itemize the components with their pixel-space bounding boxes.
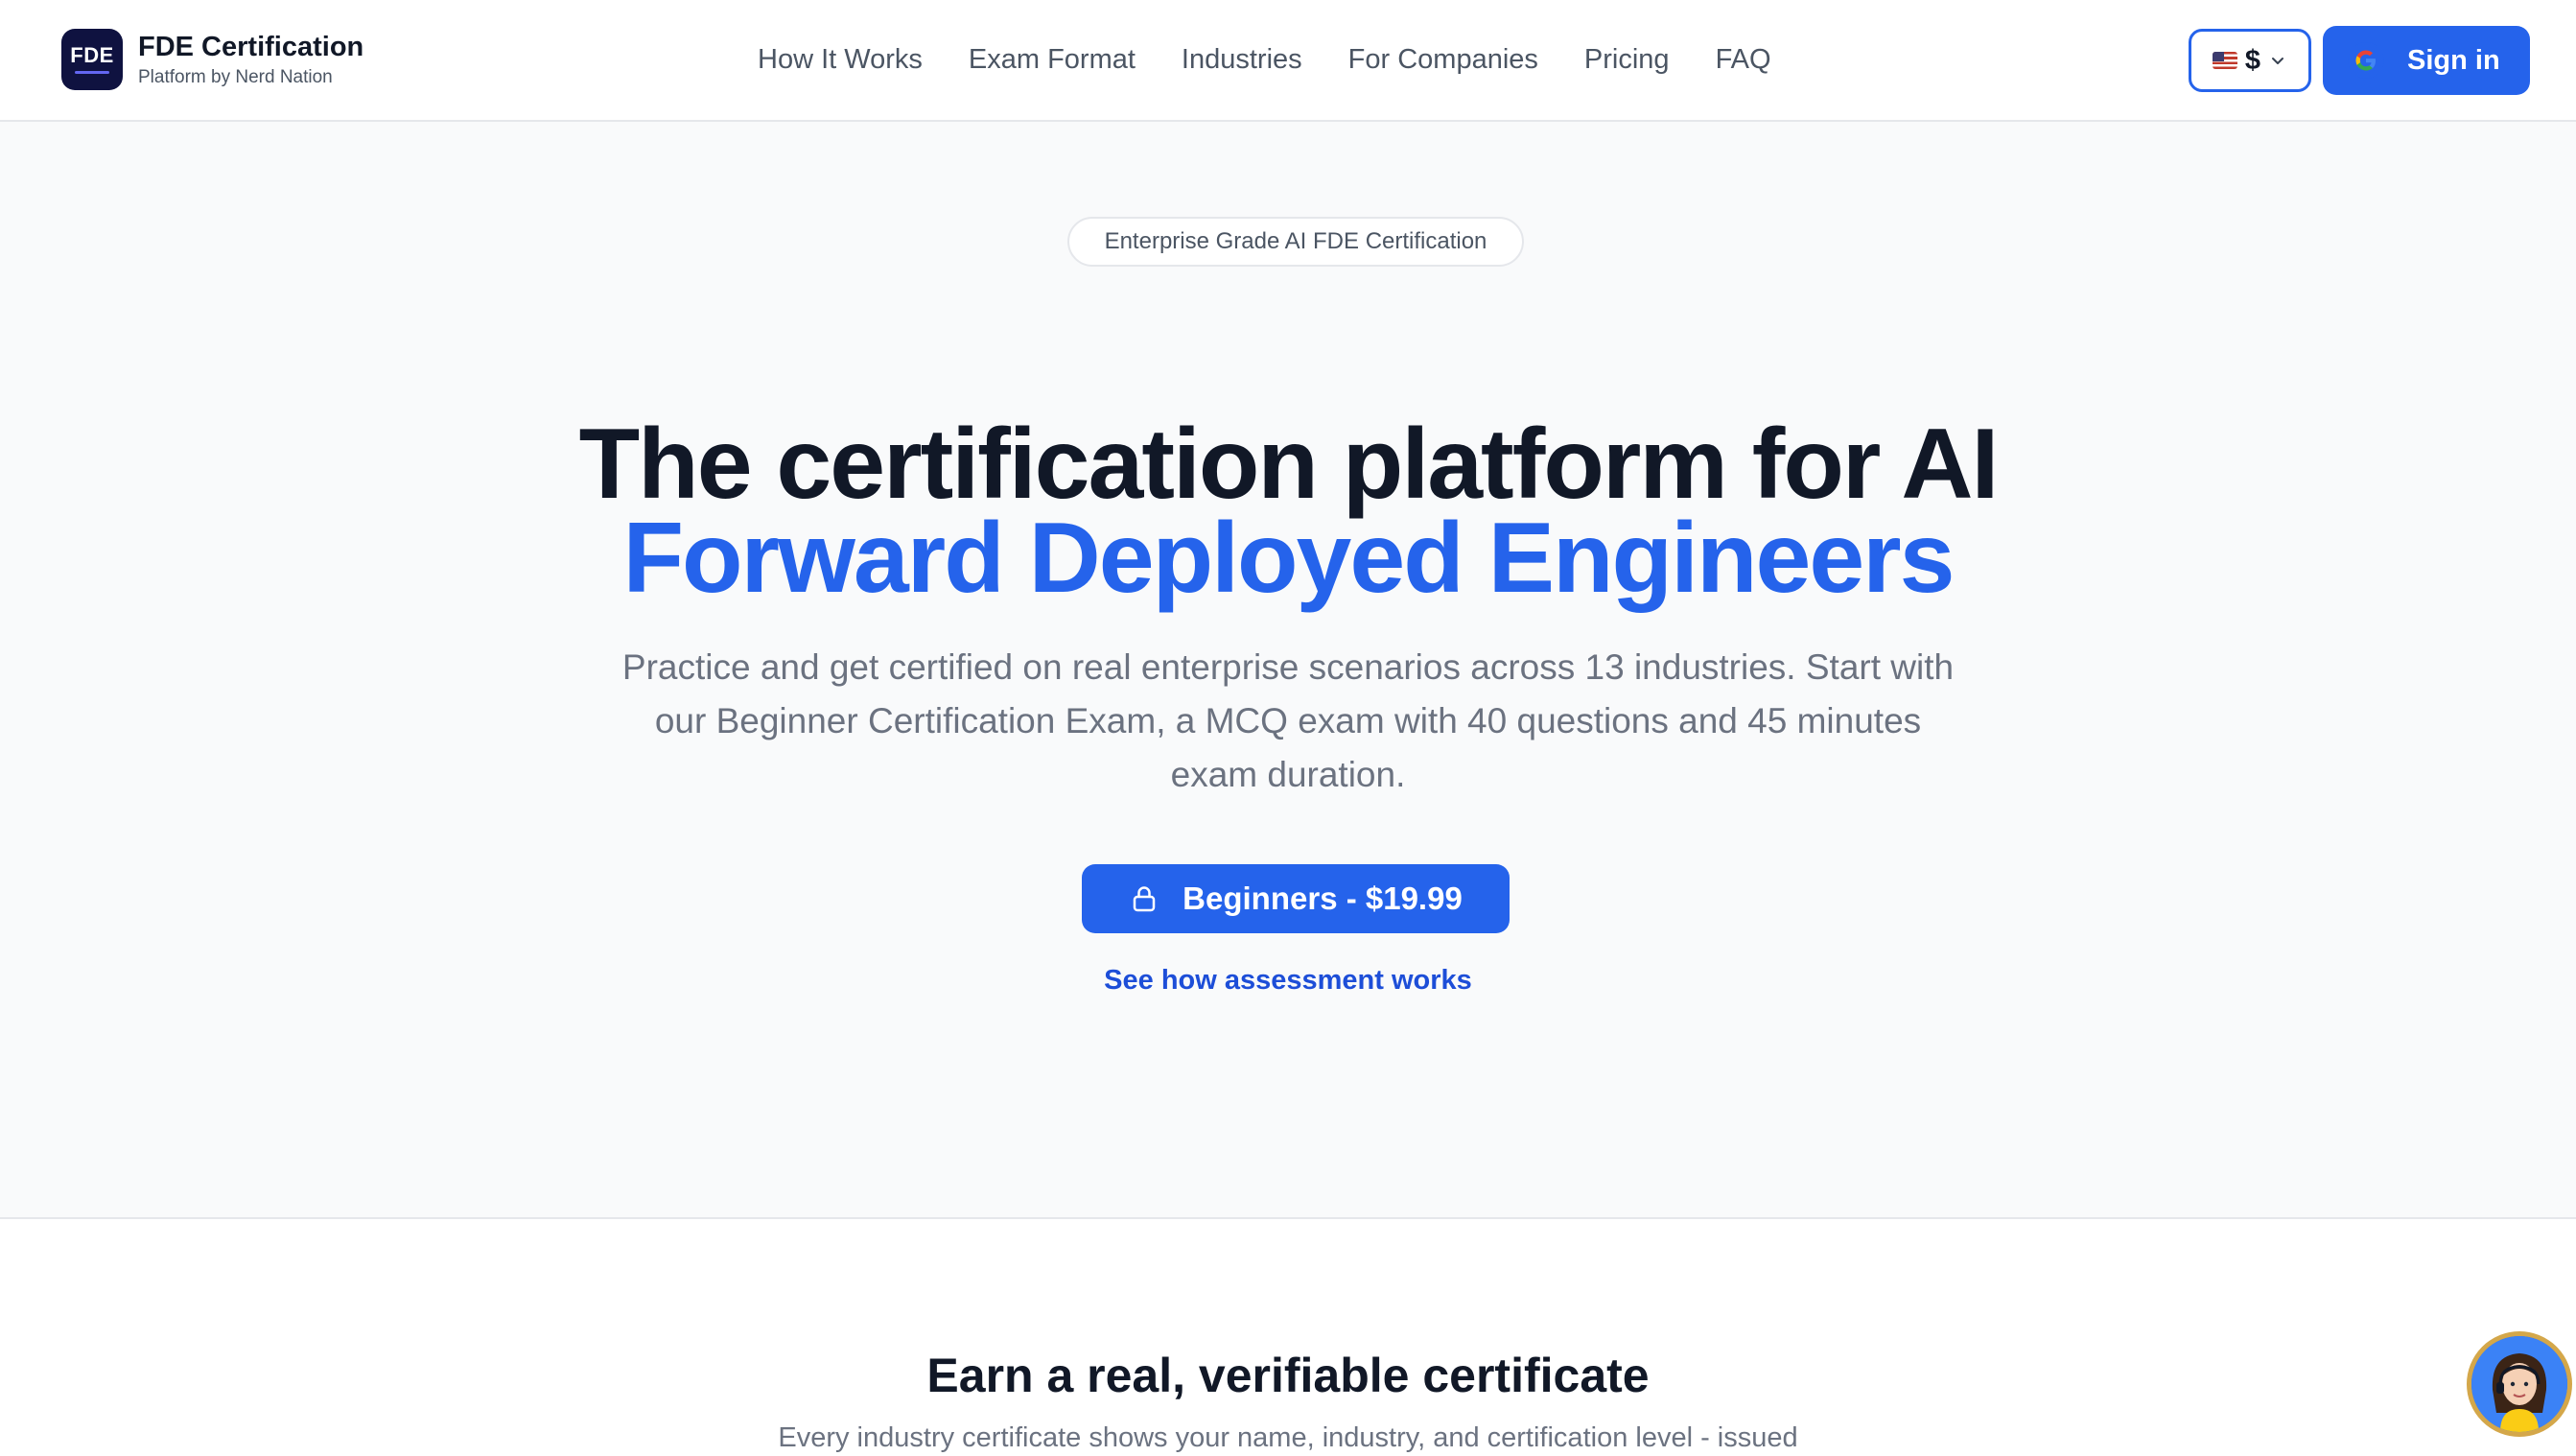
hero-description: Practice and get certified on real enter…: [621, 647, 1955, 794]
certificate-title: Earn a real, verifiable certificate: [926, 1349, 1650, 1402]
nav-faq[interactable]: FAQ: [1716, 40, 1771, 79]
chevron-down-icon: [2272, 58, 2284, 64]
certificate-section: Earn a real, verifiable certificate Ever…: [0, 1217, 2576, 1456]
currency-symbol: $: [2244, 44, 2261, 76]
us-flag-icon: [2212, 52, 2237, 69]
brand[interactable]: FDE FDE Certification Platform by Nerd N…: [61, 29, 363, 90]
nav-industries[interactable]: Industries: [1182, 40, 1302, 79]
hero-title-highlight: Forward Deployed Engineers: [622, 503, 1955, 614]
support-chat-avatar[interactable]: [2467, 1331, 2572, 1437]
nav-pricing[interactable]: Pricing: [1584, 40, 1670, 79]
fde-logo: FDE: [61, 29, 123, 90]
logo-underline: [75, 71, 109, 74]
nav-how-it-works[interactable]: How It Works: [758, 40, 923, 79]
logo-text: FDE: [70, 43, 114, 67]
see-assessment-link[interactable]: See how assessment works: [0, 965, 2576, 997]
lock-icon: [1133, 886, 1156, 912]
google-icon: [2348, 42, 2384, 79]
page: FDE FDE Certification Platform by Nerd N…: [0, 0, 2576, 1456]
sign-in-label: Sign in: [2407, 44, 2500, 76]
nav-for-companies[interactable]: For Companies: [1348, 40, 1538, 79]
hero-badge: Enterprise Grade AI FDE Certification: [1067, 217, 1524, 267]
beginners-cta-button[interactable]: Beginners - $19.99: [1082, 864, 1510, 933]
sign-in-button[interactable]: Sign in: [2323, 26, 2530, 95]
brand-subtitle: Platform by Nerd Nation: [138, 67, 333, 88]
brand-text: FDE Certification Platform by Nerd Natio…: [138, 31, 363, 89]
currency-selector[interactable]: $: [2189, 29, 2311, 92]
top-header: FDE FDE Certification Platform by Nerd N…: [0, 0, 2576, 122]
assistant-avatar-icon: [2471, 1336, 2567, 1432]
hero-title: The certification platform for AI: [578, 409, 2000, 520]
cta-label: Beginners - $19.99: [1183, 881, 1463, 916]
nav-exam-format[interactable]: Exam Format: [969, 40, 1136, 79]
certificate-subtitle: Every industry certificate shows your na…: [778, 1422, 1798, 1453]
brand-title: FDE Certification: [138, 31, 364, 62]
main-nav: How It Works Exam Format Industries For …: [758, 40, 1817, 79]
